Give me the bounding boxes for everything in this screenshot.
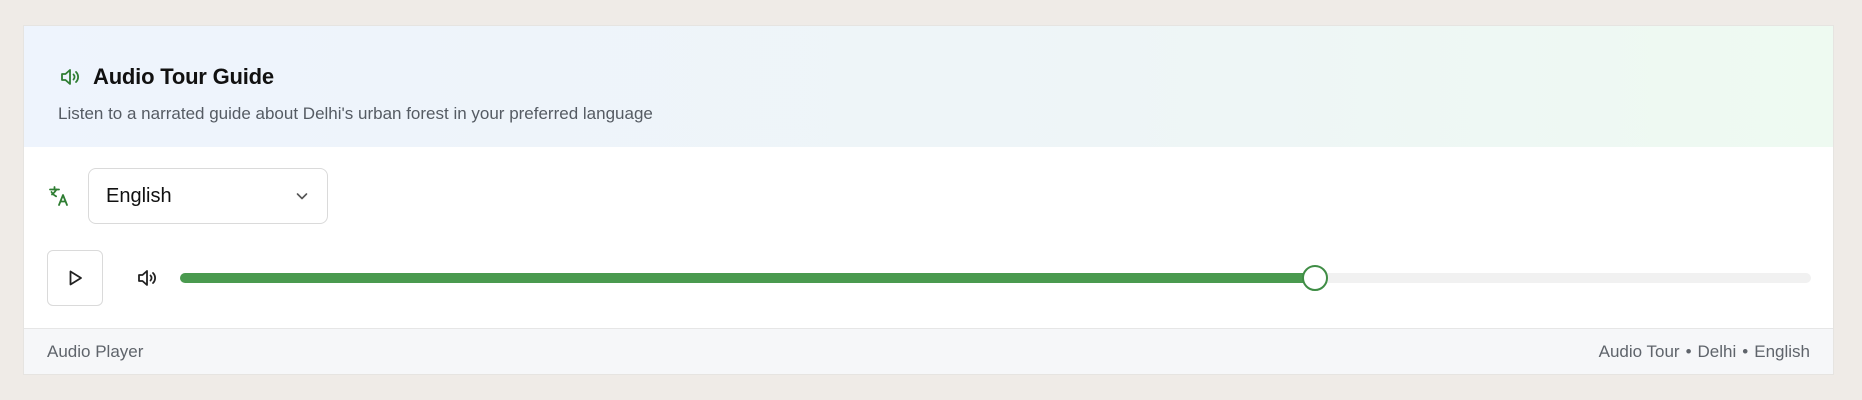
footer-meta: Audio Tour • Delhi • English [1599,342,1810,362]
audio-tour-card: Audio Tour Guide Listen to a narrated gu… [23,25,1834,375]
meta-separator: • [1685,341,1692,361]
language-select-value: English [106,184,172,207]
card-footer: Audio Player Audio Tour • Delhi • English [24,328,1833,374]
player-row [47,250,1813,306]
page-title: Audio Tour Guide [93,64,274,89]
language-select[interactable]: English [88,168,328,224]
player-controls: English [24,147,1833,330]
language-row: English [47,168,328,224]
meta-tour: Audio Tour [1598,341,1680,361]
meta-language: English [1754,341,1810,361]
progress-slider[interactable] [180,265,1811,291]
progress-thumb[interactable] [1302,265,1329,291]
play-icon [65,268,85,288]
chevron-down-icon [294,188,310,204]
volume-button[interactable] [133,264,161,292]
footer-label: Audio Player [47,341,144,361]
progress-fill [180,273,1316,283]
volume-icon [135,266,159,290]
play-button[interactable] [47,250,103,306]
card-header: Audio Tour Guide Listen to a narrated gu… [24,26,1833,147]
meta-separator: • [1742,341,1749,361]
title-row: Audio Tour Guide [58,64,274,90]
speaker-icon [58,65,82,89]
page-subtitle: Listen to a narrated guide about Delhi's… [58,104,653,123]
translate-icon [47,184,71,208]
meta-city: Delhi [1697,341,1737,361]
